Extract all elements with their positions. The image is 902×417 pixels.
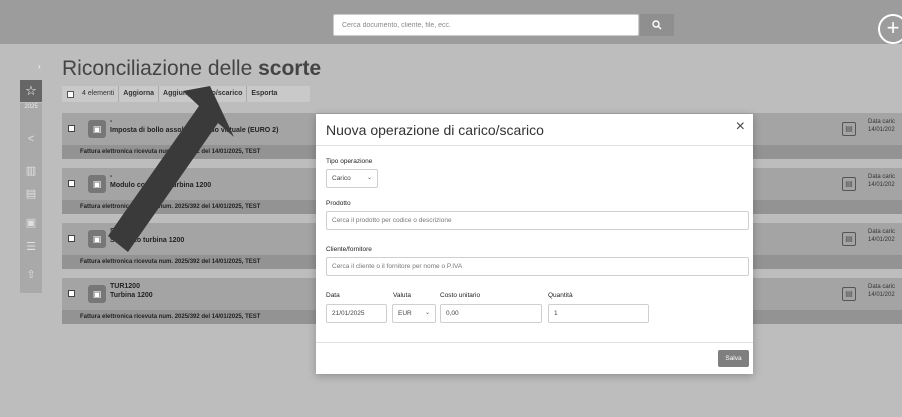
close-icon[interactable]: ×	[736, 118, 745, 136]
search-input[interactable]	[333, 14, 639, 36]
rail-toggle-icon[interactable]: ›	[38, 62, 41, 71]
item-count: 4 elementi	[78, 86, 120, 102]
add-button[interactable]: +	[878, 14, 902, 44]
product-name: Modulo comando turbina 1200	[110, 182, 212, 189]
product-icon: ▣	[88, 120, 106, 138]
search-icon	[652, 20, 662, 30]
dialog-title: Nuova operazione di carico/scarico	[326, 122, 544, 138]
toolbar: 4 elementi Aggiorna Aggiungi carico/scar…	[62, 86, 310, 102]
movement-dialog: Nuova operazione di carico/scarico × Tip…	[316, 114, 753, 374]
cloud-upload-icon[interactable]: ⇧	[20, 264, 42, 286]
operation-type-select[interactable]: Carico ⌄	[326, 169, 378, 188]
product-label: Prodotto	[326, 200, 351, 207]
product-name: Turbina 1200	[110, 292, 153, 299]
date-field-label: Data	[326, 292, 340, 299]
row-checkbox[interactable]	[68, 125, 75, 132]
dialog-header: Nuova operazione di carico/scarico ×	[316, 114, 753, 146]
dialog-footer: Salva	[316, 342, 753, 374]
date-label: Data caric	[868, 229, 896, 235]
product-code: -	[110, 118, 113, 125]
unit-cost-label: Costo unitario	[440, 292, 481, 299]
add-movement-button[interactable]: Aggiungi carico/scarico	[159, 86, 248, 102]
share-icon[interactable]: <	[20, 128, 42, 150]
date-label: Data caric	[868, 174, 896, 180]
row-checkbox[interactable]	[68, 290, 75, 297]
year-label: 2025	[24, 104, 38, 110]
select-all-checkbox[interactable]	[67, 90, 74, 98]
search-button[interactable]	[640, 14, 674, 36]
refresh-button[interactable]: Aggiorna	[119, 86, 160, 102]
product-name: Imposta di bollo assolta in modo virtual…	[110, 127, 279, 134]
operation-type-label: Tipo operazione	[326, 158, 373, 165]
quantity-label: Quantità	[548, 292, 573, 299]
date-value: 14/01/202	[868, 237, 895, 243]
party-label: Cliente/fornitore	[326, 246, 372, 253]
currency-label: Valuta	[393, 292, 411, 299]
list-icon[interactable]: ☰	[20, 236, 42, 258]
date-value: 14/01/202	[868, 182, 895, 188]
clipboard-icon: ▤	[842, 287, 856, 301]
chevron-down-icon: ⌄	[424, 310, 430, 316]
product-search-input[interactable]: Cerca il prodotto per codice o descrizio…	[326, 211, 749, 230]
chart-icon[interactable]: ▥	[20, 160, 42, 182]
clipboard-icon[interactable]: ▣	[20, 212, 42, 234]
date-label: Data caric	[868, 119, 896, 125]
chevron-down-icon: ⌄	[366, 175, 372, 181]
clipboard-icon: ▤	[842, 122, 856, 136]
star-icon[interactable]: ☆	[20, 80, 42, 102]
export-button[interactable]: Esporta	[247, 86, 281, 102]
plus-circle-icon: +	[886, 15, 900, 40]
stock-icon[interactable]: ▤	[20, 183, 42, 205]
product-code: -	[110, 173, 113, 180]
currency-select[interactable]: EUR ⌄	[392, 304, 436, 323]
date-value: 14/01/202	[868, 127, 895, 133]
unit-cost-input[interactable]: 0,00	[440, 304, 542, 323]
product-icon: ▣	[88, 285, 106, 303]
page-title: Riconciliazione delle scorte	[62, 57, 322, 80]
date-label: Data caric	[868, 284, 896, 290]
clipboard-icon: ▤	[842, 177, 856, 191]
product-code: TUR1200	[110, 283, 140, 290]
product-icon: ▣	[88, 175, 106, 193]
date-value: 14/01/202	[868, 292, 895, 298]
row-checkbox[interactable]	[68, 180, 75, 187]
clipboard-icon: ▤	[842, 232, 856, 246]
party-search-input[interactable]: Cerca il cliente o il fornitore per nome…	[326, 257, 749, 276]
product-icon: ▣	[88, 230, 106, 248]
quantity-input[interactable]: 1	[548, 304, 649, 323]
product-code: STU1200	[110, 228, 140, 235]
save-button[interactable]: Salva	[718, 350, 749, 367]
row-checkbox[interactable]	[68, 235, 75, 242]
product-name: Supporto turbina 1200	[110, 237, 185, 244]
date-input[interactable]: 21/01/2025	[326, 304, 387, 323]
